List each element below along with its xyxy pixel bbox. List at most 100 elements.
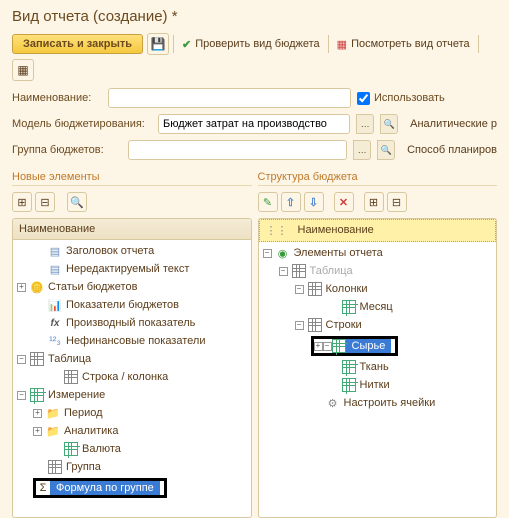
tree-item-header[interactable]: ▤Заголовок отчета [13, 242, 251, 260]
analytic-label: Аналитические р [410, 118, 497, 130]
search-icon[interactable]: 🔍 [67, 192, 87, 212]
currency-icon [64, 442, 78, 456]
check-budget-button[interactable]: ✔Проверить вид бюджета [178, 36, 324, 53]
extra-icon[interactable]: ▦ [12, 59, 34, 81]
doc-icon: ▤ [48, 262, 62, 276]
model-search-button[interactable]: 🔍 [380, 114, 398, 134]
name-label: Наименование: [12, 92, 102, 104]
collapse-icon[interactable]: − [323, 342, 332, 351]
tree-item-fabric[interactable]: Ткань [259, 358, 497, 376]
tree-item-formula-group[interactable]: Σ Формула по группе [13, 476, 251, 500]
left-toolbar: ⊞ ⊟ 🔍 [12, 190, 252, 218]
view-report-button[interactable]: ▦Посмотреть вид отчета [333, 36, 474, 53]
gear-icon: ⚙ [326, 396, 340, 410]
tree-item-row-col[interactable]: Строка / колонка [13, 368, 251, 386]
expand-all-icon[interactable]: ⊞ [12, 192, 32, 212]
tree-item-period[interactable]: +📁Период [13, 404, 251, 422]
expand-icon[interactable]: + [33, 427, 42, 436]
use-checkbox[interactable]: Использовать [357, 92, 497, 105]
group-search-button[interactable]: 🔍 [377, 140, 395, 160]
period-icon [342, 300, 356, 314]
rows-icon [308, 318, 322, 332]
tree-item-columns[interactable]: −Колонки [259, 280, 497, 298]
tree-item-budget-articles[interactable]: +🪙Статьи бюджетов [13, 278, 251, 296]
folder-icon: 📁 [46, 424, 60, 438]
tree-item-cells[interactable]: ⚙Настроить ячейки [259, 394, 497, 412]
new-elements-section: Новые элементы [12, 163, 252, 186]
highlight-formula: Σ Формула по группе [33, 478, 167, 498]
root-icon: ◉ [276, 246, 290, 260]
name-input[interactable] [108, 88, 351, 108]
expand-icon[interactable]: + [314, 342, 323, 351]
chart-icon: 📊 [48, 298, 62, 312]
report-icon: ▦ [337, 38, 347, 51]
group-label: Группа бюджетов: [12, 144, 122, 156]
dimension-icon [30, 388, 44, 402]
collapse-all-icon[interactable]: ⊟ [35, 192, 55, 212]
columns-icon [308, 282, 322, 296]
move-up-icon[interactable]: ⇧ [281, 192, 301, 212]
table-icon [30, 352, 44, 366]
tree-collapse-icon[interactable]: ⊟ [387, 192, 407, 212]
tree-item-rows[interactable]: −Строки [259, 316, 497, 334]
structure-section: Структура бюджета [258, 163, 498, 186]
tree-item-rtable[interactable]: −Таблица [259, 262, 497, 280]
cell-icon [64, 370, 78, 384]
separator [328, 35, 329, 53]
collapse-icon[interactable]: − [295, 285, 304, 294]
right-tree-header[interactable]: ⋮⋮Наименование [259, 219, 497, 242]
formula-icon: Σ [36, 481, 50, 495]
left-tree-header: Наименование [13, 219, 251, 240]
coins-icon: 🪙 [30, 280, 44, 294]
model-input[interactable] [158, 114, 350, 134]
right-tree: ⋮⋮Наименование −◉Элементы отчета −Таблиц… [258, 218, 498, 518]
expand-icon[interactable]: + [33, 409, 42, 418]
right-toolbar: ✎ ⇧ ⇩ ✕ ⊞ ⊟ [258, 190, 498, 218]
separator [478, 35, 479, 53]
collapse-icon[interactable]: − [279, 267, 288, 276]
collapse-icon[interactable]: − [17, 391, 26, 400]
expand-icon[interactable]: + [17, 283, 26, 292]
left-tree: Наименование ▤Заголовок отчета ▤Нередакт… [12, 218, 252, 518]
tree-item-derived[interactable]: fxПроизводный показатель [13, 314, 251, 332]
delete-icon[interactable]: ✕ [334, 192, 354, 212]
tree-expand-icon[interactable]: ⊞ [364, 192, 384, 212]
folder-icon: 📁 [46, 406, 60, 420]
check-icon: ✔ [182, 38, 191, 51]
separator [173, 35, 174, 53]
tree-item-group[interactable]: Группа [13, 458, 251, 476]
tree-item-thread[interactable]: Нитки [259, 376, 497, 394]
save-close-button[interactable]: Записать и закрыть [12, 34, 143, 54]
group-input[interactable] [128, 140, 347, 160]
table-icon [292, 264, 306, 278]
collapse-icon[interactable]: − [263, 249, 272, 258]
item-icon [342, 378, 356, 392]
save-icon[interactable]: 💾 [147, 33, 169, 55]
edit-icon[interactable]: ✎ [258, 192, 278, 212]
move-down-icon[interactable]: ⇩ [304, 192, 324, 212]
tree-item-table[interactable]: −Таблица [13, 350, 251, 368]
model-label: Модель бюджетирования: [12, 118, 152, 130]
model-select-button[interactable]: … [356, 114, 374, 134]
tree-item-raw[interactable]: + − Сырье [259, 334, 497, 358]
plan-label: Способ планиров [407, 144, 497, 156]
tree-item-report-elements[interactable]: −◉Элементы отчета [259, 244, 497, 262]
highlight-raw: + − Сырье [311, 336, 399, 356]
tree-item-budget-indicators[interactable]: 📊Показатели бюджетов [13, 296, 251, 314]
tree-item-month[interactable]: Месяц [259, 298, 497, 316]
tree-item-analytics[interactable]: +📁Аналитика [13, 422, 251, 440]
collapse-icon[interactable]: − [295, 321, 304, 330]
collapse-icon[interactable]: − [17, 355, 26, 364]
tree-item-text[interactable]: ▤Нередактируемый текст [13, 260, 251, 278]
row-handle-icon: ⋮⋮ [266, 224, 288, 237]
fx-icon: fx [48, 316, 62, 330]
doc-icon: ▤ [48, 244, 62, 258]
group-icon [48, 460, 62, 474]
main-toolbar: Записать и закрыть 💾 ✔Проверить вид бюдж… [0, 29, 509, 85]
window-title: Вид отчета (создание) * [0, 0, 509, 29]
tree-item-currency[interactable]: Валюта [13, 440, 251, 458]
tree-item-nonfinancial[interactable]: ¹²₃Нефинансовые показатели [13, 332, 251, 350]
item-icon [342, 360, 356, 374]
tree-item-dimension[interactable]: −Измерение [13, 386, 251, 404]
group-select-button[interactable]: … [353, 140, 371, 160]
